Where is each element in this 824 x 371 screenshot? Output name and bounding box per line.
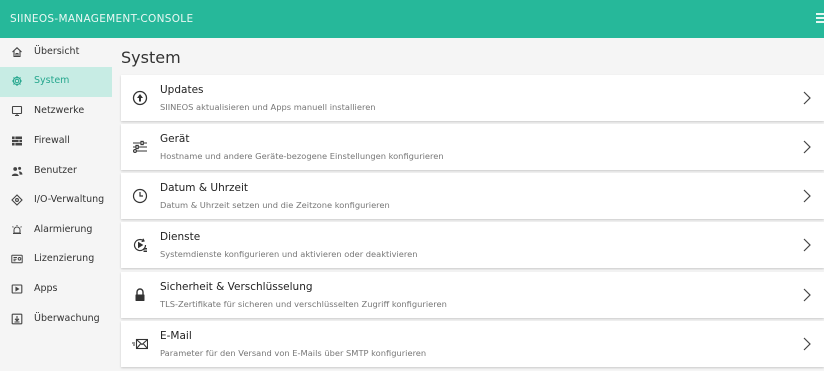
sidebar-item-label: Firewall	[34, 135, 70, 146]
sidebar-item-label: Alarmierung	[34, 224, 93, 235]
sidebar-item-firewall[interactable]: Firewall	[0, 127, 112, 157]
card-updates[interactable]: Updates SIINEOS aktualisieren und Apps m…	[121, 75, 824, 121]
card-datum-uhrzeit[interactable]: Datum & Uhrzeit Datum & Uhrzeit setzen u…	[121, 173, 824, 219]
sidebar-item-benutzer[interactable]: Benutzer	[0, 157, 112, 187]
users-icon	[11, 166, 23, 176]
clock-icon	[132, 188, 148, 204]
card-description: TLS-Zertifikate für sicheren und verschl…	[160, 299, 447, 309]
sidebar-item-ueberwachung[interactable]: Überwachung	[0, 305, 112, 335]
monitor-icon	[11, 105, 23, 117]
hamburger-menu-icon[interactable]	[816, 13, 824, 24]
monitoring-icon	[11, 313, 23, 325]
chevron-right-icon[interactable]	[803, 337, 811, 351]
sidebar-item-system[interactable]: System	[0, 67, 112, 97]
alarm-icon	[12, 225, 22, 234]
chevron-right-icon[interactable]	[803, 189, 811, 203]
sidebar-item-label: System	[34, 75, 70, 86]
chevron-right-icon[interactable]	[803, 140, 811, 154]
gear-icon	[12, 76, 22, 86]
sidebar-item-label: Übersicht	[34, 46, 80, 57]
sidebar-item-label: I/O-Verwaltung	[34, 194, 105, 205]
card-title: Gerät	[160, 133, 190, 145]
card-title: Dienste	[160, 231, 201, 243]
chevron-right-icon[interactable]	[803, 288, 811, 302]
card-title: Datum & Uhrzeit	[160, 182, 249, 194]
card-description: Hostname und andere Geräte-bezogene Eins…	[160, 151, 444, 161]
sidebar-nav: Übersicht System Netzwerke Firewall Benu…	[0, 38, 112, 371]
card-geraet[interactable]: Gerät Hostname und andere Geräte-bezogen…	[121, 124, 824, 170]
sidebar-item-uebersicht[interactable]: Übersicht	[0, 38, 112, 68]
sliders-icon	[133, 140, 147, 153]
sidebar-item-label: Lizenzierung	[34, 253, 95, 264]
card-title: Updates	[160, 84, 204, 96]
firewall-icon	[12, 136, 22, 146]
card-title: Sicherheit & Verschlüsselung	[160, 281, 313, 293]
mail-icon	[132, 338, 148, 350]
sidebar-item-label: Apps	[34, 283, 58, 294]
card-description: Systemdienste konfigurieren und aktivier…	[160, 249, 418, 259]
card-description: SIINEOS aktualisieren und Apps manuell i…	[160, 102, 376, 112]
sidebar-item-alarmierung[interactable]: Alarmierung	[0, 216, 112, 246]
apps-icon	[11, 284, 23, 294]
sidebar-item-io-verwaltung[interactable]: I/O-Verwaltung	[0, 186, 112, 216]
card-dienste[interactable]: Dienste Systemdienste konfigurieren und …	[121, 222, 824, 268]
card-sicherheit-verschluesselung[interactable]: Sicherheit & Verschlüsselung TLS-Zertifi…	[121, 272, 824, 318]
card-description: Datum & Uhrzeit setzen und die Zeitzone …	[160, 200, 390, 210]
top-bar: SIINEOS-MANAGEMENT-CONSOLE	[0, 0, 824, 38]
card-e-mail[interactable]: E-Mail Parameter für den Versand von E-M…	[121, 321, 824, 367]
chevron-right-icon[interactable]	[803, 91, 811, 105]
license-icon	[11, 254, 23, 264]
sidebar-item-label: Benutzer	[34, 165, 77, 176]
sidebar-item-label: Netzwerke	[34, 105, 85, 116]
sidebar-item-apps[interactable]: Apps	[0, 275, 112, 305]
home-icon	[12, 47, 22, 58]
sidebar-item-label: Überwachung	[34, 313, 100, 324]
lock-icon	[135, 288, 145, 301]
card-description: Parameter für den Versand von E-Mails üb…	[160, 348, 427, 358]
chevron-right-icon[interactable]	[803, 238, 811, 252]
update-icon	[132, 90, 148, 106]
services-icon	[133, 238, 147, 252]
card-title: E-Mail	[160, 330, 192, 342]
page-title: System	[121, 48, 181, 67]
sidebar-item-netzwerke[interactable]: Netzwerke	[0, 97, 112, 127]
io-icon	[11, 194, 23, 206]
sidebar-item-lizenzierung[interactable]: Lizenzierung	[0, 245, 112, 275]
app-title: SIINEOS-MANAGEMENT-CONSOLE	[10, 13, 194, 25]
